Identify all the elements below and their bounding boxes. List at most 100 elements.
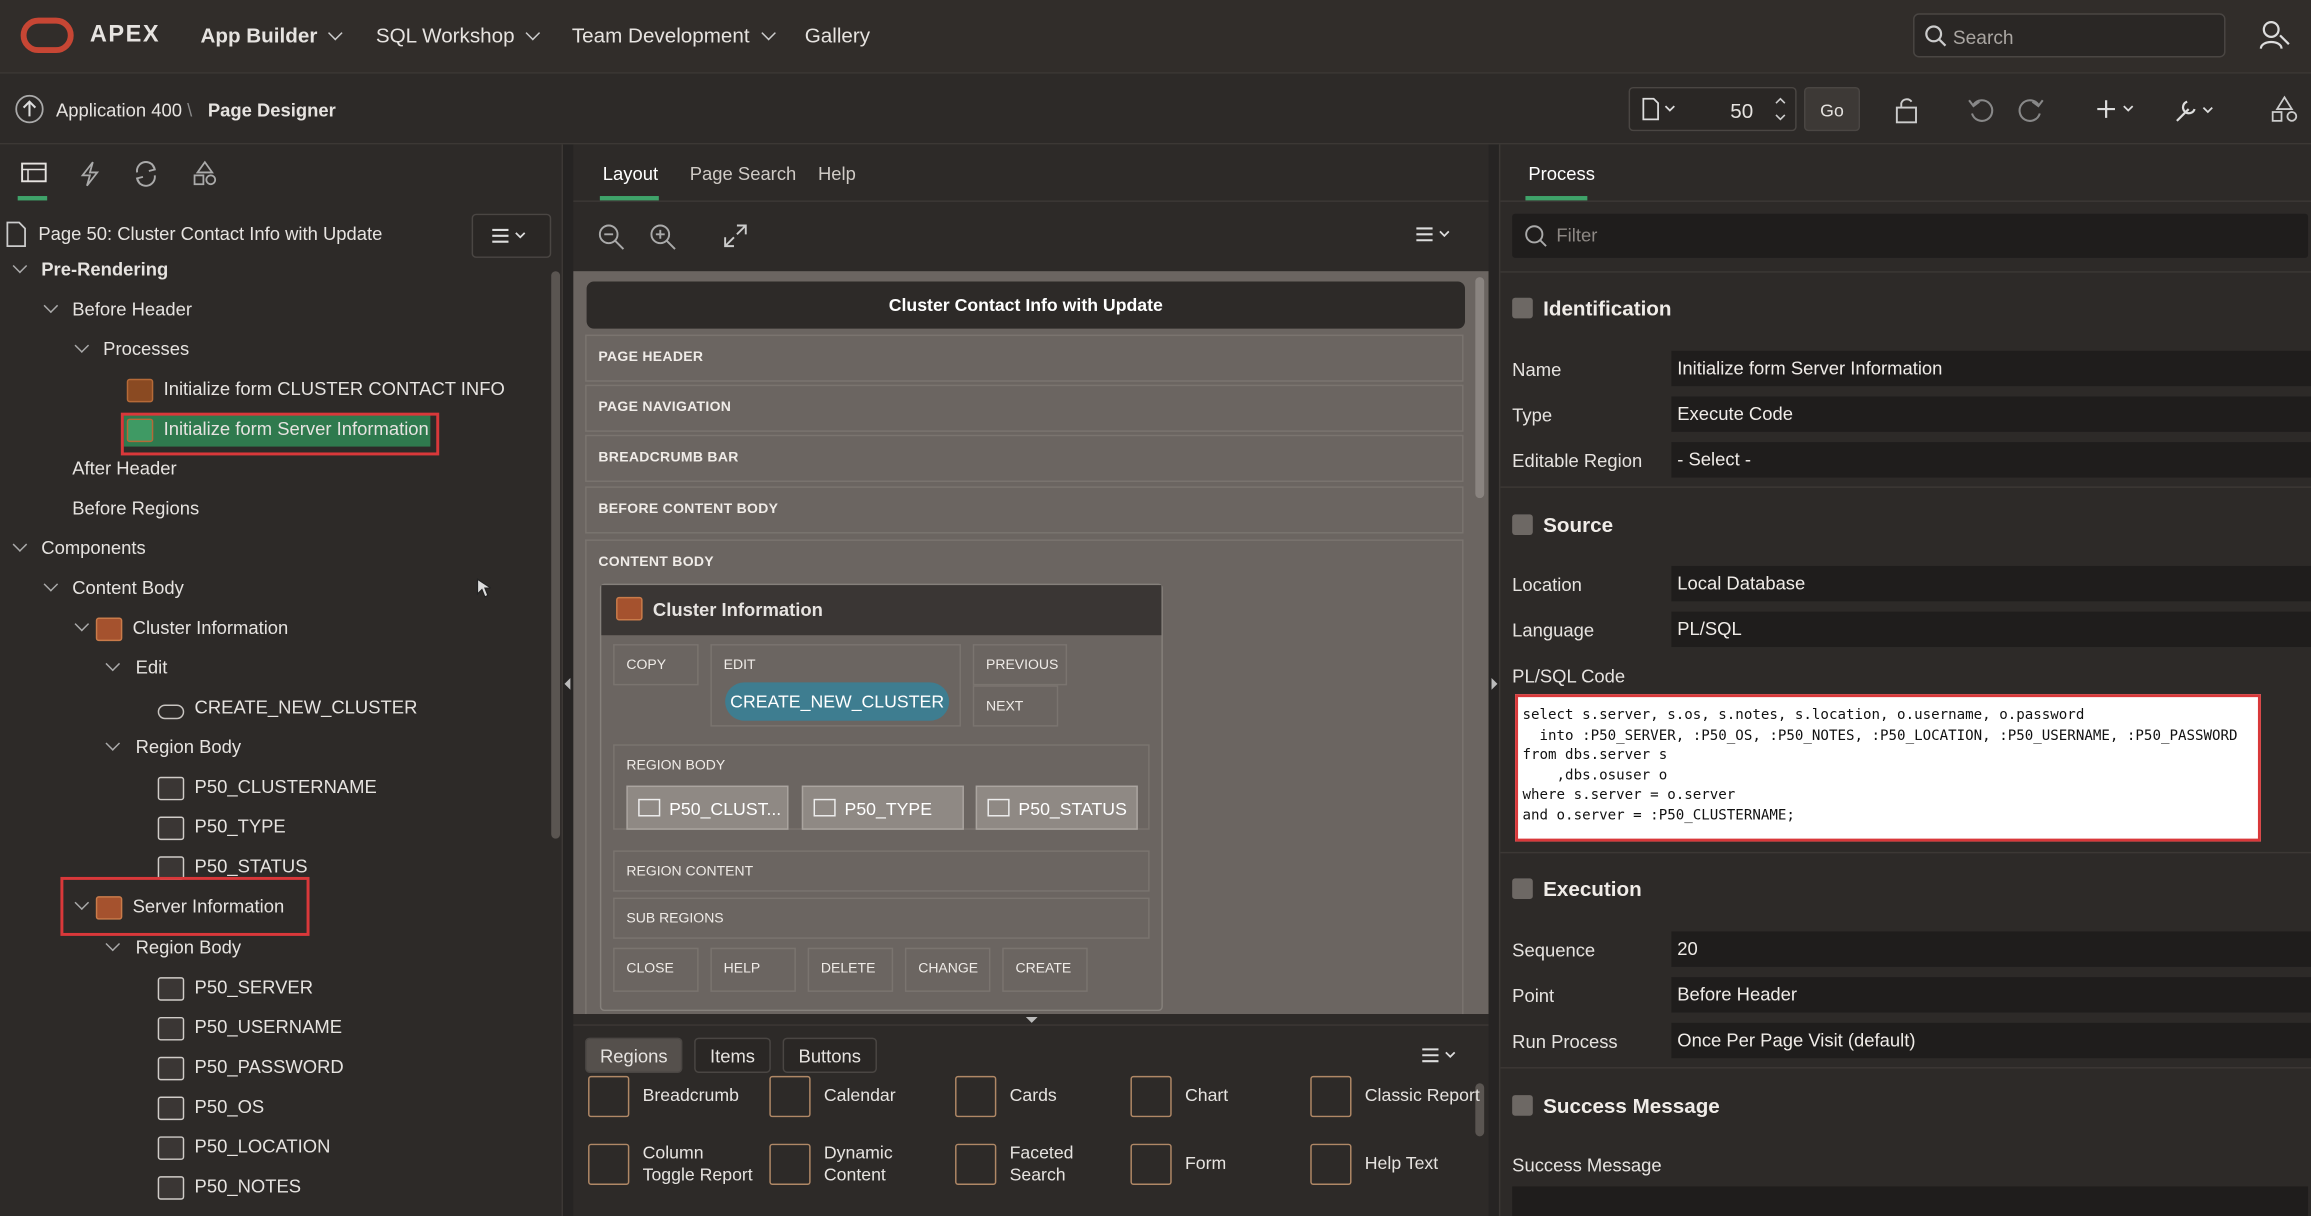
sequence-field[interactable]: 20: [1671, 931, 2311, 967]
tab-page-search[interactable]: Page Search: [690, 164, 797, 185]
type-select[interactable]: Execute Code: [1671, 396, 2311, 432]
go-button[interactable]: Go: [1803, 86, 1860, 132]
tree-item-p50-status[interactable]: P50_STATUS: [195, 856, 308, 877]
tree-item-p50-os[interactable]: P50_OS: [195, 1097, 265, 1118]
nav-team-development[interactable]: Team Development: [572, 24, 776, 47]
slot-region-content[interactable]: REGION CONTENT: [613, 850, 1150, 892]
tree-toggle-icon[interactable]: [105, 736, 121, 751]
create-new-cluster-button[interactable]: CREATE_NEW_CLUSTER: [725, 682, 950, 721]
location-select[interactable]: Local Database: [1671, 565, 2311, 602]
language-select[interactable]: PL/SQL: [1671, 611, 2311, 648]
create-menu-icon[interactable]: [2096, 97, 2140, 124]
page-shared-components-icon[interactable]: [192, 160, 219, 188]
tree-components[interactable]: Components: [41, 538, 145, 559]
gallery-column-toggle-report[interactable]: Column Toggle Report: [643, 1142, 753, 1186]
slot-before-content-body[interactable]: BEFORE CONTENT BODY: [585, 486, 1464, 534]
tab-help[interactable]: Help: [818, 164, 856, 185]
tree-process-cluster-contact-info[interactable]: Initialize form CLUSTER CONTACT INFO: [164, 379, 505, 400]
tree-region-body[interactable]: Region Body: [136, 737, 241, 758]
tree-toggle-icon[interactable]: [74, 616, 90, 632]
dynamic-actions-icon[interactable]: [78, 161, 102, 188]
slot-copy[interactable]: COPY: [613, 644, 699, 686]
slot-change[interactable]: CHANGE: [904, 947, 991, 992]
tree-region-cluster-information[interactable]: Cluster Information: [133, 618, 289, 639]
tree-item-p50-notes[interactable]: P50_NOTES: [195, 1176, 302, 1197]
tree-after-header[interactable]: After Header: [72, 458, 176, 479]
plsql-code-editor[interactable]: select s.server, s.os, s.notes, s.locati…: [1515, 694, 2261, 842]
item-p50-type[interactable]: P50_TYPE: [801, 785, 964, 830]
tree-toggle-icon[interactable]: [43, 298, 59, 314]
tree-toggle-icon[interactable]: [12, 537, 28, 552]
left-splitter[interactable]: [563, 144, 574, 1216]
gallery-calendar[interactable]: Calendar: [824, 1085, 896, 1107]
tree-toggle-icon[interactable]: [74, 338, 90, 353]
section-identification[interactable]: Identification: [1512, 296, 1672, 320]
lock-icon[interactable]: [1892, 96, 1921, 125]
tree-content-body[interactable]: Content Body: [72, 578, 184, 599]
slot-create[interactable]: CREATE: [1002, 947, 1088, 992]
tree-button-create-new-cluster[interactable]: CREATE_NEW_CLUSTER: [195, 697, 418, 718]
page-selector[interactable]: 50: [1628, 86, 1797, 132]
layout-canvas[interactable]: Cluster Contact Info with Update PAGE HE…: [573, 271, 1489, 1015]
tree-edit[interactable]: Edit: [136, 657, 168, 678]
canvas-scrollbar[interactable]: [1475, 277, 1485, 499]
editable-region-select[interactable]: - Select -: [1671, 442, 2311, 478]
gallery-menu-icon[interactable]: [1421, 1046, 1465, 1067]
tree-scrollbar[interactable]: [551, 271, 561, 839]
zoom-in-icon[interactable]: [648, 223, 677, 252]
tree-toggle-icon[interactable]: [43, 577, 59, 592]
slot-page-header[interactable]: PAGE HEADER: [585, 334, 1464, 382]
gallery-help-text[interactable]: Help Text: [1365, 1153, 1438, 1175]
zoom-out-icon[interactable]: [597, 223, 626, 252]
tree-toggle-icon[interactable]: [105, 936, 121, 952]
slot-previous[interactable]: PREVIOUS: [972, 644, 1068, 686]
tree-before-regions[interactable]: Before Regions: [72, 498, 199, 519]
search-input[interactable]: Search: [1913, 13, 2226, 58]
utilities-wrench-icon[interactable]: [2172, 96, 2219, 125]
gallery-tab-regions[interactable]: Regions: [585, 1037, 683, 1073]
tree-toggle-icon[interactable]: [105, 656, 121, 672]
oracle-logo-icon[interactable]: [20, 17, 74, 54]
tree-item-p50-clustername[interactable]: P50_CLUSTERNAME: [195, 777, 377, 798]
tree-item-p50-username[interactable]: P50_USERNAME: [195, 1017, 342, 1038]
slot-delete[interactable]: DELETE: [807, 947, 894, 992]
nav-gallery[interactable]: Gallery: [805, 24, 870, 48]
expand-icon[interactable]: [722, 223, 749, 250]
slot-next[interactable]: NEXT: [972, 685, 1059, 727]
tree-item-p50-type[interactable]: P50_TYPE: [195, 817, 286, 838]
layout-menu-icon[interactable]: [1415, 225, 1459, 246]
tree-item-p50-password[interactable]: P50_PASSWORD: [195, 1057, 344, 1078]
tree-toggle-icon[interactable]: [12, 258, 28, 274]
collapse-toggle-icon[interactable]: [1512, 878, 1533, 900]
apex-brand[interactable]: APEX: [90, 22, 160, 49]
name-field[interactable]: Initialize form Server Information: [1671, 350, 2311, 387]
slot-breadcrumb-bar[interactable]: BREADCRUMB BAR: [585, 434, 1464, 482]
item-p50-clustername[interactable]: P50_CLUST...: [626, 785, 789, 830]
slot-sub-regions[interactable]: SUB REGIONS: [613, 897, 1150, 939]
splitter-handle-icon[interactable]: [1025, 1016, 1038, 1023]
item-p50-status[interactable]: P50_STATUS: [975, 785, 1138, 830]
run-process-select[interactable]: Once Per Page Visit (default): [1671, 1022, 2311, 1059]
undo-icon[interactable]: [1966, 96, 1995, 125]
shared-components-icon[interactable]: [2270, 94, 2299, 123]
gallery-classic-report[interactable]: Classic Report: [1365, 1085, 1480, 1107]
collapse-toggle-icon[interactable]: [1512, 514, 1533, 536]
tree-pre-rendering[interactable]: Pre-Rendering: [41, 259, 168, 280]
tree-item-p50-server[interactable]: P50_SERVER: [195, 977, 313, 998]
tree-before-header[interactable]: Before Header: [72, 299, 192, 320]
up-arrow-icon[interactable]: [15, 94, 44, 124]
section-execution[interactable]: Execution: [1512, 877, 1642, 901]
processing-icon[interactable]: [133, 161, 160, 188]
redo-icon[interactable]: [2016, 96, 2045, 125]
right-splitter[interactable]: [1488, 144, 1499, 1216]
tab-process[interactable]: Process: [1528, 164, 1595, 185]
gallery-cards[interactable]: Cards: [1010, 1085, 1057, 1107]
collapse-toggle-icon[interactable]: [1512, 297, 1533, 319]
gallery-form[interactable]: Form: [1185, 1153, 1226, 1175]
gallery-tab-items[interactable]: Items: [694, 1037, 771, 1073]
nav-sql-workshop[interactable]: SQL Workshop: [376, 24, 541, 47]
tree-processes[interactable]: Processes: [103, 339, 189, 360]
nav-app-builder[interactable]: App Builder: [200, 24, 344, 47]
breadcrumb-application[interactable]: Application 400: [56, 100, 182, 121]
slot-help[interactable]: HELP: [710, 947, 796, 992]
